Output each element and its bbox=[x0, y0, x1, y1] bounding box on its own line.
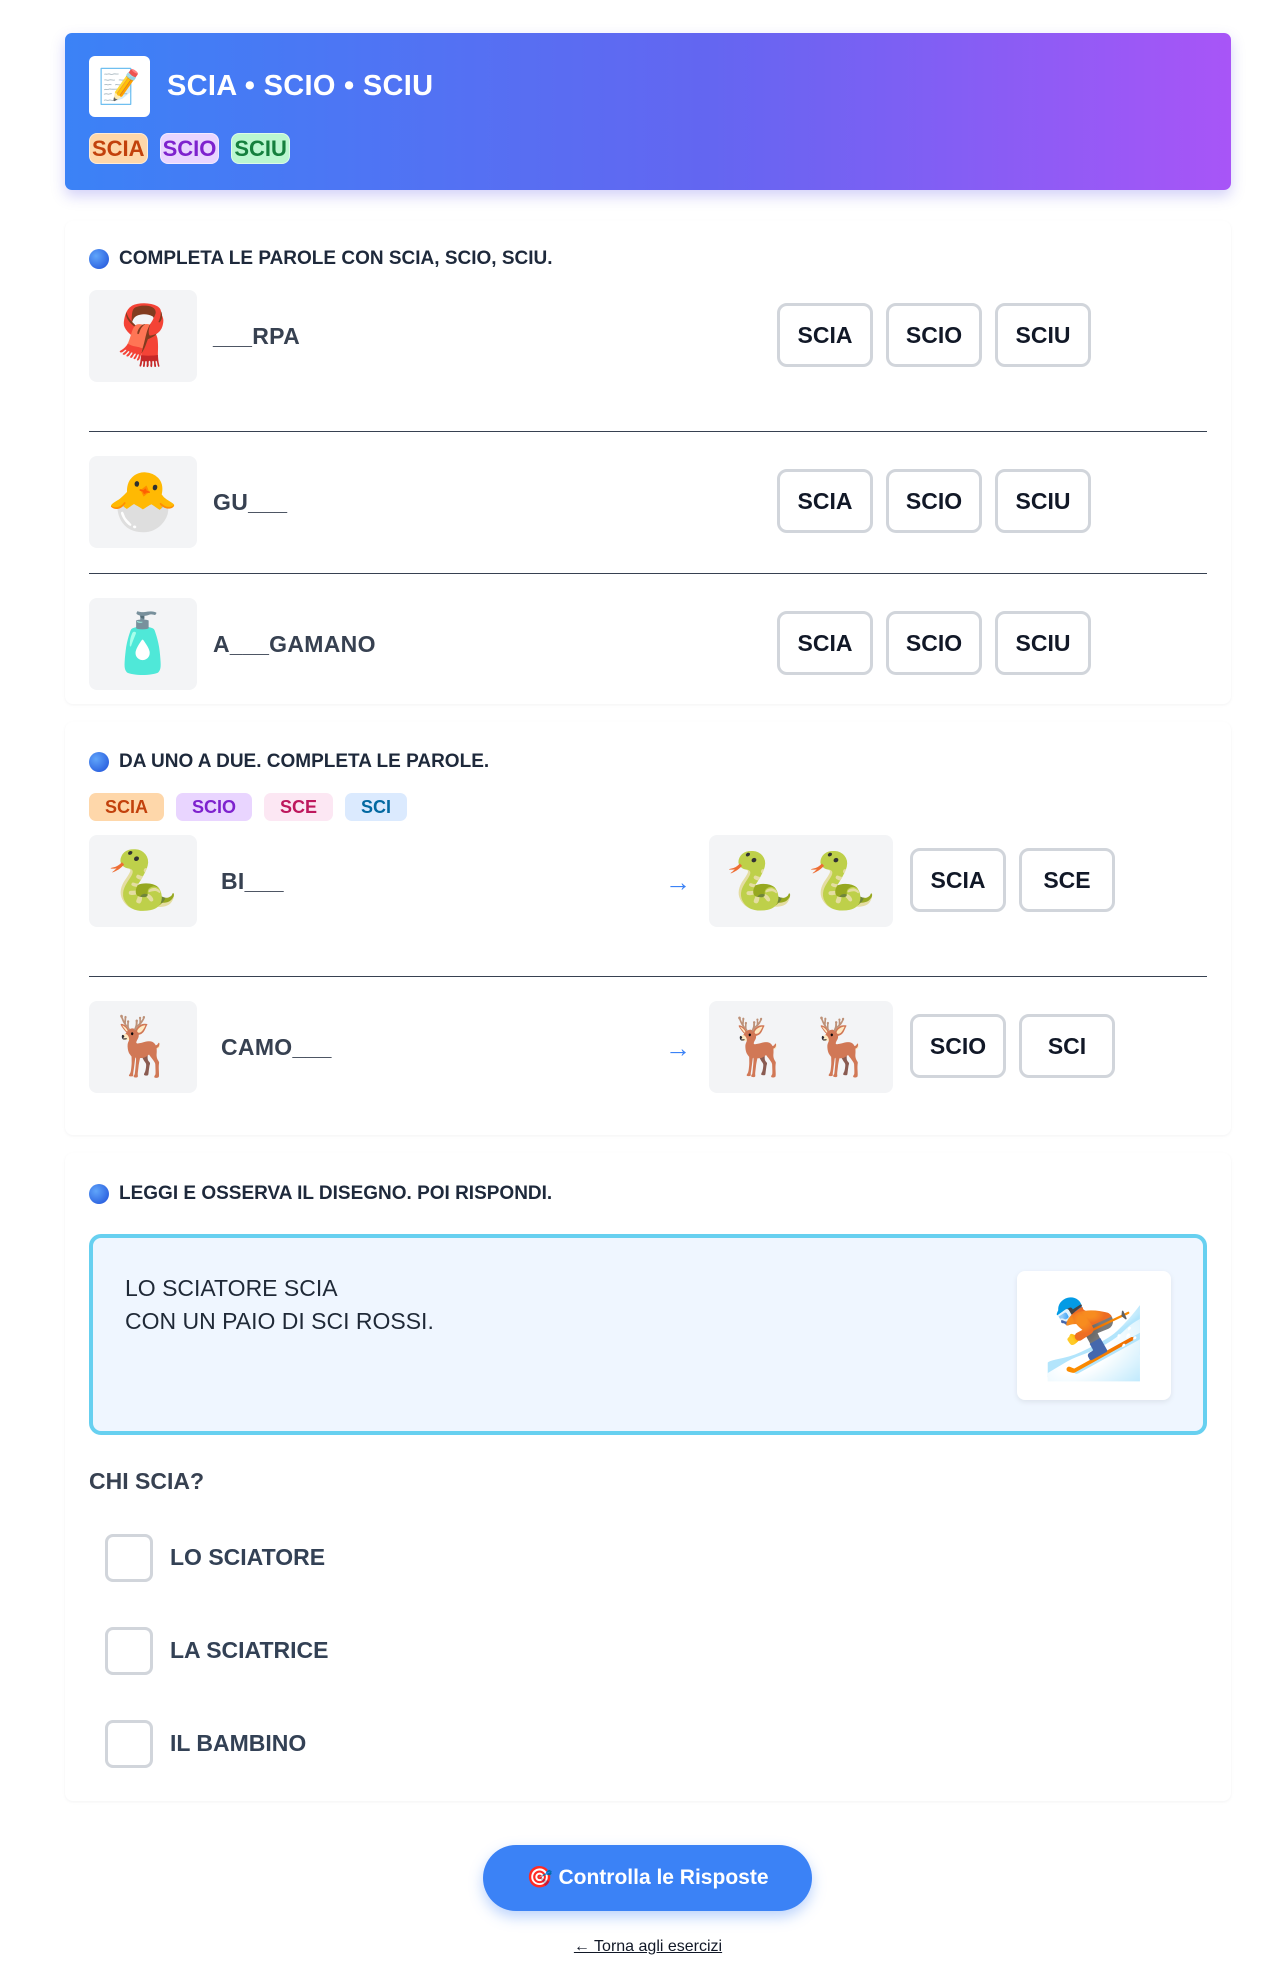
snake-icon: 🐍 bbox=[725, 849, 795, 912]
scarf-icon: 🧣 bbox=[89, 290, 197, 382]
legend-sci: SCI bbox=[345, 793, 408, 821]
deer-icon: 🦌 bbox=[725, 1015, 795, 1078]
legend-sce: SCE bbox=[264, 793, 334, 821]
option-scia-button[interactable]: SCIA bbox=[777, 303, 873, 367]
option-scio-button[interactable]: SCIO bbox=[886, 469, 982, 533]
answer-option[interactable]: IL BAMBINO bbox=[89, 1695, 1207, 1788]
answer-option[interactable]: LO SCIATORE bbox=[89, 1509, 1207, 1602]
question-text: CHI SCIA? bbox=[89, 1468, 204, 1494]
chip-scio: SCIO bbox=[159, 133, 220, 164]
answer-checkbox[interactable] bbox=[105, 1720, 153, 1768]
deer-icon: 🦌 bbox=[89, 1001, 197, 1093]
exercise-2-row: 🦌 CAMO___ → 🦌 🦌 SCIO SCI bbox=[89, 977, 1207, 1119]
option-scia-button[interactable]: SCIA bbox=[777, 611, 873, 675]
page-header: 📝 SCIA • SCIO • SCIU SCIA SCIO SCIU bbox=[65, 33, 1231, 190]
back-to-exercises-link[interactable]: ← Torna agli esercizi bbox=[0, 1938, 1280, 1956]
exercise-2-row: 🐍 BI___ → 🐍 🐍 SCIA SCE bbox=[89, 835, 1207, 977]
snake-icon: 🐍 bbox=[807, 849, 877, 912]
blue-circle-icon bbox=[89, 752, 109, 772]
word-blank: ___RPA bbox=[213, 323, 301, 349]
answer-checkbox[interactable] bbox=[105, 1534, 153, 1582]
memo-icon: 📝 bbox=[89, 56, 150, 117]
option-scio-button[interactable]: SCIO bbox=[886, 611, 982, 675]
answer-checkbox[interactable] bbox=[105, 1627, 153, 1675]
option-scia-button[interactable]: SCIA bbox=[777, 469, 873, 533]
two-deer-picture: 🦌 🦌 bbox=[709, 1001, 893, 1093]
legend-scio: SCIO bbox=[176, 793, 253, 821]
two-snakes-picture: 🐍 🐍 bbox=[709, 835, 893, 927]
page-title: SCIA • SCIO • SCIU bbox=[167, 70, 434, 102]
reading-text-line: CON UN PAIO DI SCI ROSSI. bbox=[125, 1308, 434, 1334]
blue-circle-icon bbox=[89, 249, 109, 269]
option-scio-button[interactable]: SCIO bbox=[886, 303, 982, 367]
exercise-1-row: 🧴 A___GAMANO SCIA SCIO SCIU bbox=[89, 574, 1207, 716]
exercise-1-title: COMPLETA LE PAROLE CON SCIA, SCIO, SCIU. bbox=[89, 221, 1207, 270]
exercise-3: LEGGI E OSSERVA IL DISEGNO. POI RISPONDI… bbox=[65, 1153, 1231, 1801]
option-sciu-button[interactable]: SCIU bbox=[995, 303, 1091, 367]
word-blank: CAMO___ bbox=[221, 1034, 332, 1060]
blue-circle-icon bbox=[89, 1184, 109, 1204]
soap-bottle-icon: 🧴 bbox=[89, 598, 197, 690]
exercise-1-row: 🐣 GU___ SCIA SCIO SCIU bbox=[89, 432, 1207, 574]
answer-label[interactable]: IL BAMBINO bbox=[170, 1730, 306, 1757]
option-scia-button[interactable]: SCIA bbox=[910, 848, 1006, 912]
reading-box: LO SCIATORE SCIA CON UN PAIO DI SCI ROSS… bbox=[89, 1234, 1207, 1435]
answer-label[interactable]: LA SCIATRICE bbox=[170, 1637, 328, 1664]
word-blank: BI___ bbox=[221, 868, 284, 894]
answer-option[interactable]: LA SCIATRICE bbox=[89, 1602, 1207, 1695]
arrow-right-icon: → bbox=[665, 867, 691, 897]
exercise-1: COMPLETA LE PAROLE CON SCIA, SCIO, SCIU.… bbox=[65, 221, 1231, 704]
option-scio-button[interactable]: SCIO bbox=[910, 1014, 1006, 1078]
check-answers-button[interactable]: 🎯 Controlla le Risposte bbox=[483, 1845, 812, 1911]
legend-scia: SCIA bbox=[89, 793, 165, 821]
exercise-1-row: 🧣 ___RPA SCIA SCIO SCIU bbox=[89, 290, 1207, 432]
word-blank: GU___ bbox=[213, 489, 288, 515]
snake-icon: 🐍 bbox=[89, 835, 197, 927]
option-sciu-button[interactable]: SCIU bbox=[995, 611, 1091, 675]
option-sciu-button[interactable]: SCIU bbox=[995, 469, 1091, 533]
exercise-2: DA UNO A DUE. COMPLETA LE PAROLE. SCIA S… bbox=[65, 722, 1231, 1135]
hatching-chick-icon: 🐣 bbox=[89, 456, 197, 548]
syllable-legend: SCIA SCIO SCE SCI bbox=[89, 793, 1207, 821]
chip-sciu: SCIU bbox=[231, 133, 290, 164]
option-sce-button[interactable]: SCE bbox=[1019, 848, 1115, 912]
answer-label[interactable]: LO SCIATORE bbox=[170, 1544, 325, 1571]
chip-scia: SCIA bbox=[89, 133, 148, 164]
exercise-3-title: LEGGI E OSSERVA IL DISEGNO. POI RISPONDI… bbox=[89, 1153, 1207, 1205]
skier-icon: ⛷️ bbox=[1017, 1271, 1171, 1400]
exercise-2-title: DA UNO A DUE. COMPLETA LE PAROLE. bbox=[89, 722, 1207, 773]
reading-text-line: LO SCIATORE SCIA bbox=[125, 1275, 338, 1301]
arrow-right-icon: → bbox=[665, 1033, 691, 1063]
option-sci-button[interactable]: SCI bbox=[1019, 1014, 1115, 1078]
word-blank: A___GAMANO bbox=[213, 631, 376, 657]
deer-icon: 🦌 bbox=[807, 1015, 877, 1078]
